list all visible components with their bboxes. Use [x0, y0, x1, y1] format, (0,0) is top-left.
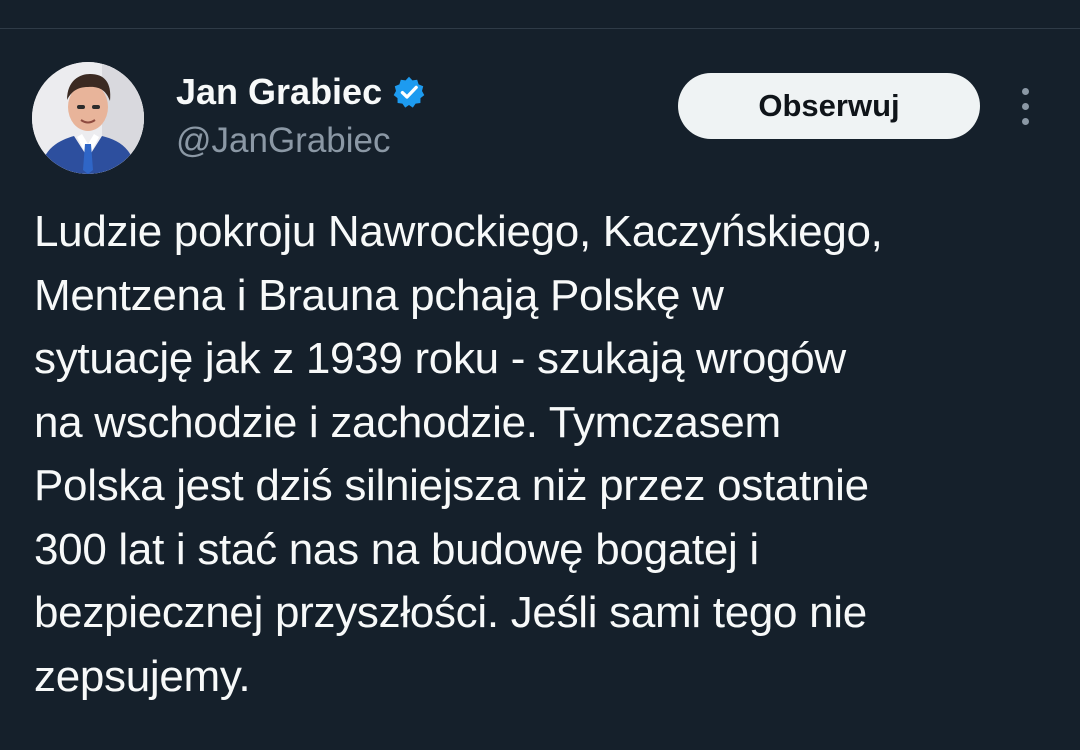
verified-badge-icon [392, 75, 426, 109]
name-row: Jan Grabiec [176, 68, 636, 116]
top-divider [0, 28, 1080, 29]
avatar[interactable] [32, 62, 144, 174]
more-dot [1021, 102, 1029, 110]
user-handle[interactable]: @JanGrabiec [176, 118, 636, 164]
avatar-photo [32, 62, 144, 174]
display-name[interactable]: Jan Grabiec [176, 68, 382, 116]
tweet-text: Ludzie pokroju Nawrockiego, Kaczyńskiego… [34, 207, 883, 701]
more-dot [1021, 117, 1029, 125]
more-dot [1021, 87, 1029, 95]
author-info: Jan Grabiec @JanGrabiec [176, 68, 636, 168]
follow-button[interactable]: Obserwuj [678, 73, 980, 139]
more-vertical-icon[interactable] [1008, 84, 1042, 128]
